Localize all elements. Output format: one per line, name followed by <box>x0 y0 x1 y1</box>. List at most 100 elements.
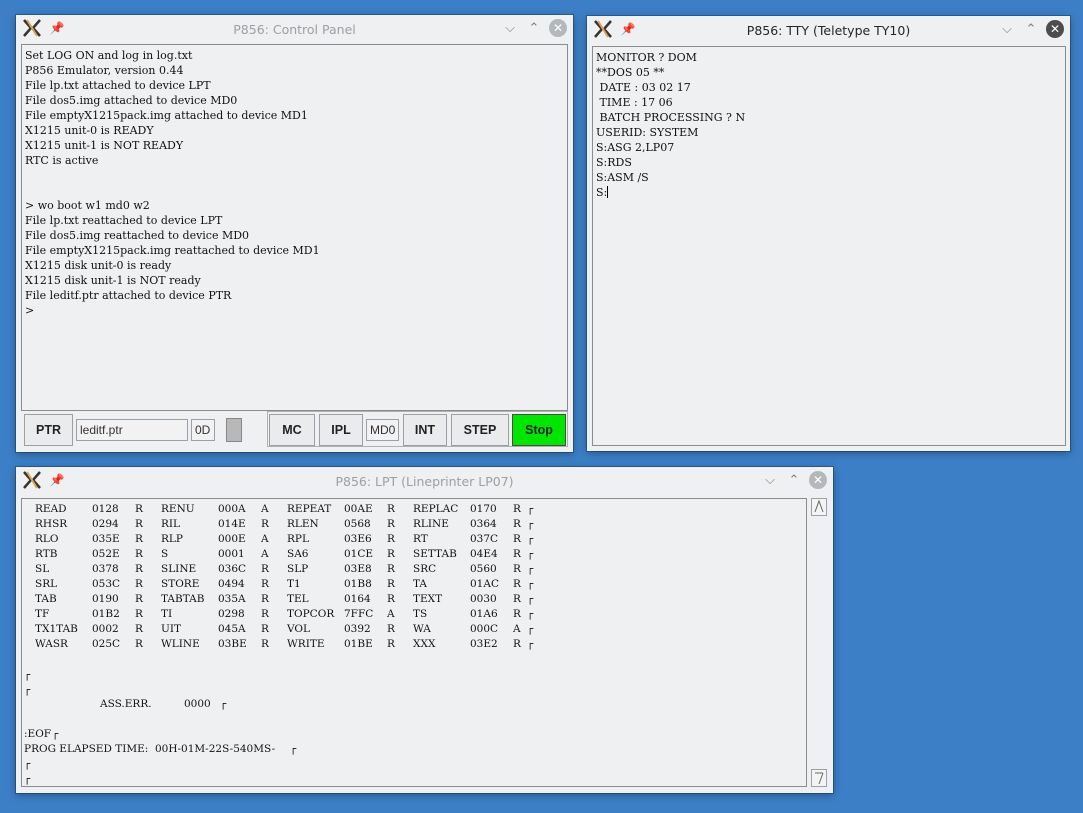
symbol-type: R <box>261 563 269 575</box>
mc-button[interactable]: MC <box>269 414 315 446</box>
line-mark: ┌ <box>24 684 31 696</box>
symbol-name: SLINE <box>161 563 197 575</box>
minimize-icon[interactable]: ⌵ <box>761 471 779 489</box>
symbol-address: 0364 <box>470 518 497 530</box>
console-line: File emptyX1215pack.img reattached to de… <box>25 244 320 257</box>
close-icon[interactable]: ✕ <box>1046 20 1064 38</box>
lpt-scrollbar[interactable] <box>811 498 827 787</box>
lpt-line: ┌ <box>22 669 806 684</box>
symbol-type: R <box>387 638 395 650</box>
minimize-icon[interactable]: ⌵ <box>501 19 519 37</box>
symbol-name: WRITE <box>287 638 325 650</box>
close-icon[interactable]: ✕ <box>549 19 567 37</box>
tty-line: S:ASM /S <box>596 171 649 184</box>
ptr-indicator <box>226 418 242 442</box>
symbol-type: R <box>135 638 143 650</box>
tty-line: TIME : 17 06 <box>596 96 673 109</box>
ipl-button[interactable]: IPL <box>319 414 363 446</box>
symbol-name: RTB <box>35 548 58 560</box>
pin-icon[interactable]: 📌 <box>50 21 65 35</box>
console-line: > wo boot w1 md0 w2 <box>25 199 150 212</box>
symbol-name: TEL <box>287 593 309 605</box>
minimize-icon[interactable]: ⌵ <box>998 20 1016 38</box>
symbol-name: TOPCOR <box>287 608 335 620</box>
ipl-device-field[interactable]: MD0 <box>366 419 399 441</box>
symbol-table-row: SRL 053C R STORE 0494 R T1 01B8 R TA 01AC R ┌ <box>22 578 806 593</box>
console-line: File lp.txt reattached to device LPT <box>25 214 223 227</box>
symbol-address: 0378 <box>92 563 119 575</box>
scroll-up-icon[interactable] <box>811 498 827 516</box>
lpt-titlebar[interactable]: 📌 P856: LPT (Lineprinter LP07) ⌵ ⌃ ✕ <box>16 467 833 495</box>
line-mark: ┌ <box>220 698 227 710</box>
console-line: Set LOG ON and log in log.txt <box>25 49 193 62</box>
symbol-name: TF <box>35 608 50 620</box>
symbol-name: STORE <box>161 578 200 590</box>
symbol-address: 000C <box>470 623 499 635</box>
console-line: RTC is active <box>25 154 99 167</box>
symbol-type: R <box>387 563 395 575</box>
symbol-name: READ <box>35 503 67 515</box>
tty-line: BATCH PROCESSING ? N <box>596 111 746 124</box>
symbol-type: R <box>513 518 521 530</box>
text-cursor <box>607 186 609 198</box>
symbol-table-row: READ 0128 R RENU 000A A REPEAT 00AE R REPLAC 0170 R… <box>22 503 806 518</box>
symbol-type: R <box>135 578 143 590</box>
maximize-icon[interactable]: ⌃ <box>785 471 803 489</box>
console-line: X1215 unit-0 is READY <box>25 124 154 137</box>
console-line: X1215 unit-1 is NOT READY <box>25 139 184 152</box>
console-output[interactable]: Set LOG ON and log in log.txt P856 Emulat… <box>21 44 568 411</box>
symbol-name: SLP <box>287 563 309 575</box>
x-app-icon[interactable] <box>22 470 42 490</box>
ptr-file-field[interactable]: leditf.ptr <box>76 419 188 441</box>
symbol-type: A <box>261 533 269 545</box>
line-mark: ┌ <box>527 623 534 635</box>
scroll-down-icon[interactable] <box>811 769 827 787</box>
tty-terminal[interactable]: MONITOR ? DOM **DOS 05 ** DATE : 03 02 17… <box>592 46 1066 446</box>
line-mark: ┌ <box>527 578 534 590</box>
lpt-output[interactable]: ┌ ┌ ASS.ERR. 0000 ┌ :EOF ┌ PROG ELAPSED … <box>21 498 807 787</box>
symbol-address: 0190 <box>92 593 119 605</box>
control-panel-titlebar[interactable]: 📌 P856: Control Panel ⌵ ⌃ ✕ <box>16 15 573 43</box>
elapsed-line: PROG ELAPSED TIME: 00H-01M-22S-540MS- ┌ <box>22 743 806 758</box>
symbol-type: A <box>387 608 395 620</box>
symbol-name: TA <box>413 578 428 590</box>
tty-titlebar[interactable]: 📌 P856: TTY (Teletype TY10) ⌵ ⌃ ✕ <box>587 16 1070 44</box>
maximize-icon[interactable]: ⌃ <box>1022 20 1040 38</box>
int-button[interactable]: INT <box>403 414 447 446</box>
pin-icon[interactable]: 📌 <box>50 473 65 487</box>
line-mark: ┌ <box>527 503 534 515</box>
symbol-type: R <box>513 503 521 515</box>
symbol-address: 0030 <box>470 593 497 605</box>
symbol-address: 03BE <box>218 638 247 650</box>
lpt-window: 📌 P856: LPT (Lineprinter LP07) ⌵ ⌃ ✕ ┌ ┌… <box>16 467 833 793</box>
line-mark: ┌ <box>527 518 534 530</box>
tty-line: S: <box>596 186 609 199</box>
console-line: File dos5.img attached to device MD0 <box>25 94 238 107</box>
ptr-button[interactable]: PTR <box>24 414 73 446</box>
step-button[interactable]: STEP <box>451 414 509 446</box>
symbol-type: R <box>135 533 143 545</box>
symbol-address: 000E <box>218 533 246 545</box>
x-app-icon[interactable] <box>593 19 613 39</box>
symbol-table-row: RLO 035E R RLP 000E A RPL 03E6 R RT 037C R ┌ <box>22 533 806 548</box>
close-icon[interactable]: ✕ <box>809 471 827 489</box>
symbol-name: XXX <box>413 638 436 650</box>
symbol-address: 0128 <box>92 503 119 515</box>
tty-line: USERID: SYSTEM <box>596 126 699 139</box>
symbol-address: 0002 <box>92 623 119 635</box>
ptr-code-field[interactable]: 0D <box>191 419 215 441</box>
stop-button[interactable]: Stop <box>512 414 566 446</box>
symbol-table-row: SL 0378 R SLINE 036C R SLP 03E8 R SRC 0560 R ┌ <box>22 563 806 578</box>
maximize-icon[interactable]: ⌃ <box>525 19 543 37</box>
symbol-name: SL <box>35 563 50 575</box>
symbol-table-row: TX1TAB 0002 R UIT 045A R VOL 0392 R WA 000C A ┌ <box>22 623 806 638</box>
symbol-address: 037C <box>470 533 499 545</box>
symbol-address: 035A <box>218 593 246 605</box>
symbol-name: RLEN <box>287 518 319 530</box>
symbol-type: R <box>135 593 143 605</box>
x-app-icon[interactable] <box>22 18 42 38</box>
console-line: File lp.txt attached to device LPT <box>25 79 211 92</box>
pin-icon[interactable]: 📌 <box>621 22 636 36</box>
symbol-name: S <box>161 548 169 560</box>
